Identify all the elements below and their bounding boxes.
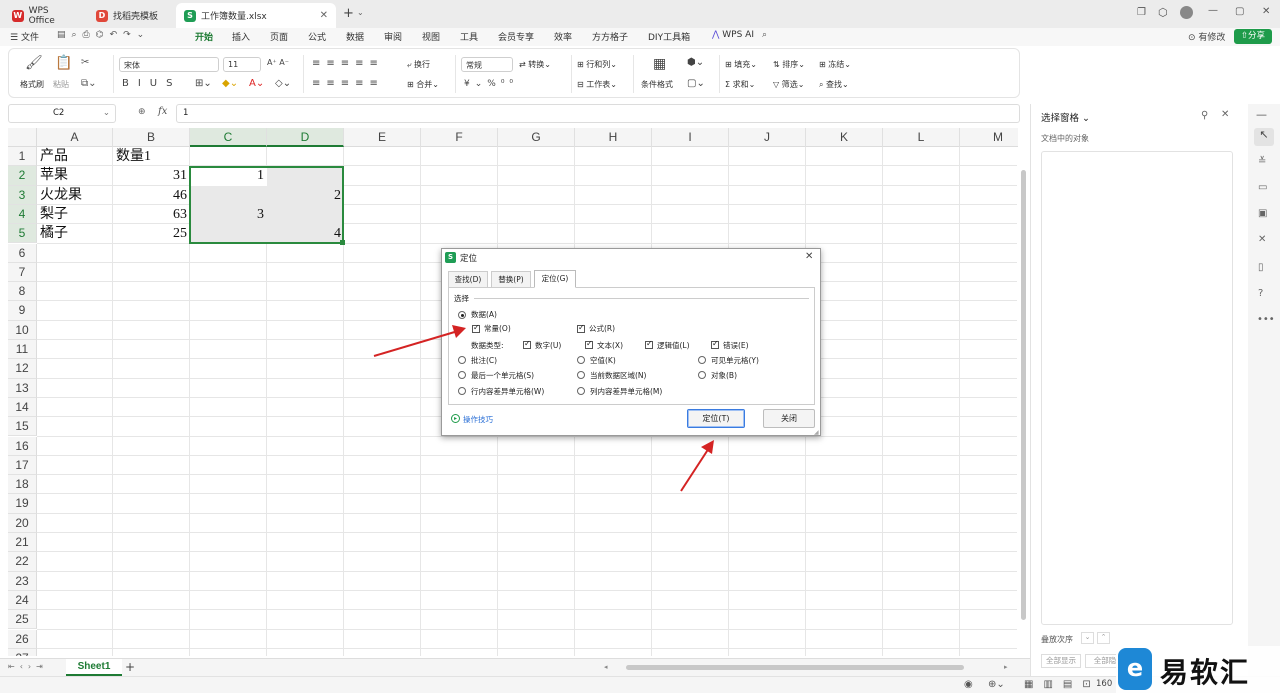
watermark-logo-icon: e <box>1118 648 1152 690</box>
arrow-to-constant <box>373 325 466 357</box>
watermark: e 易软汇 <box>1116 646 1280 693</box>
arrow-to-locate-button <box>680 440 714 492</box>
tab-goto[interactable]: 定位(G) <box>534 270 576 288</box>
watermark-text: 易软汇 <box>1160 656 1251 689</box>
annotation-arrows <box>373 325 714 492</box>
